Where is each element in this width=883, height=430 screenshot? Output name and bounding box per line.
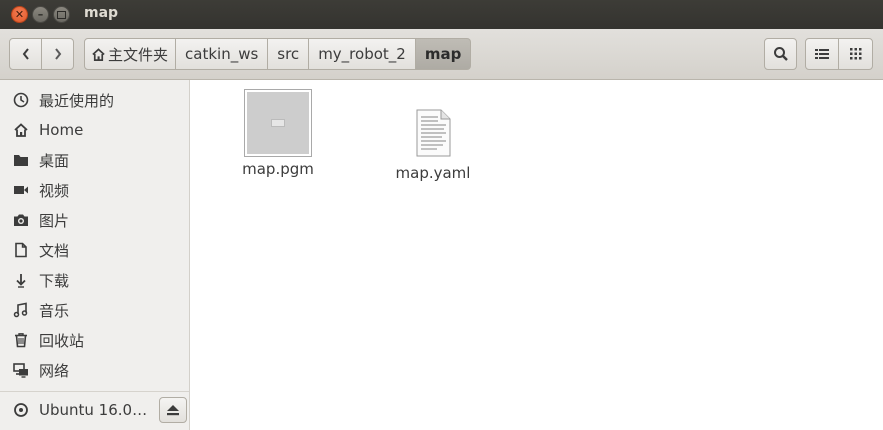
- sidebar-item-recent[interactable]: 最近使用的: [0, 85, 189, 115]
- list-view-icon: [815, 49, 829, 59]
- close-icon: ✕: [14, 8, 25, 21]
- file-item[interactable]: map.yaml: [391, 109, 475, 182]
- chevron-right-icon: [54, 48, 61, 60]
- sidebar-item-label: 最近使用的: [39, 91, 115, 110]
- sidebar-item-pictures[interactable]: 图片: [0, 205, 189, 235]
- close-window-button[interactable]: ✕: [11, 6, 28, 23]
- document-icon: [12, 241, 30, 259]
- breadcrumb-label: map: [424, 45, 462, 63]
- network-icon: [12, 361, 30, 379]
- sidebar-item-label: 下载: [39, 271, 70, 290]
- file-view: map.pgm map.yaml: [190, 80, 883, 430]
- forward-button[interactable]: [41, 38, 74, 70]
- breadcrumb: 主文件夹 catkin_ws src my_robot_2 map: [84, 38, 472, 70]
- breadcrumb-label: src: [277, 45, 300, 63]
- download-icon: [12, 271, 30, 289]
- grid-view-icon: [849, 48, 861, 60]
- file-name: map.yaml: [395, 164, 471, 182]
- minimize-icon: –: [37, 8, 44, 21]
- sidebar-item-network[interactable]: 网络: [0, 355, 189, 385]
- sidebar-item-documents[interactable]: 文档: [0, 235, 189, 265]
- sidebar-item-label: 音乐: [39, 301, 70, 320]
- sidebar-item-label: Home: [39, 121, 84, 139]
- grid-view-button[interactable]: [838, 38, 873, 70]
- eject-button[interactable]: [159, 397, 187, 423]
- title-bar: ✕ – map: [0, 0, 883, 29]
- sidebar-divider: [0, 391, 189, 392]
- music-icon: [12, 301, 30, 319]
- sidebar: 最近使用的 Home 桌面 视频 图片 文档 下载 音乐 回收站 网络 Ubun…: [0, 80, 190, 430]
- maximize-window-button[interactable]: [53, 6, 70, 23]
- sidebar-item-label: 网络: [39, 361, 70, 380]
- list-view-button[interactable]: [805, 38, 839, 70]
- camera-icon: [12, 211, 30, 229]
- breadcrumb-label: catkin_ws: [185, 45, 259, 63]
- sidebar-item-label: Ubuntu 16.0…: [39, 401, 148, 419]
- sidebar-item-home[interactable]: Home: [0, 115, 189, 145]
- home-icon: [92, 47, 105, 61]
- search-button[interactable]: [764, 38, 797, 70]
- sidebar-item-ubuntu-volume[interactable]: Ubuntu 16.0…: [0, 395, 155, 425]
- sidebar-item-label: 视频: [39, 181, 70, 200]
- file-item[interactable]: map.pgm: [240, 89, 316, 178]
- text-file-icon: [416, 109, 451, 157]
- sidebar-item-videos[interactable]: 视频: [0, 175, 189, 205]
- home-icon: [12, 121, 30, 139]
- breadcrumb-label: my_robot_2: [318, 45, 406, 63]
- breadcrumb-label: 主文件夹: [108, 45, 169, 64]
- sidebar-item-desktop[interactable]: 桌面: [0, 145, 189, 175]
- sidebar-item-label: 图片: [39, 211, 70, 230]
- disc-icon: [12, 401, 30, 419]
- sidebar-item-music[interactable]: 音乐: [0, 295, 189, 325]
- breadcrumb-home[interactable]: 主文件夹: [84, 38, 177, 70]
- sidebar-item-label: 桌面: [39, 151, 70, 170]
- breadcrumb-catkin-ws[interactable]: catkin_ws: [176, 38, 269, 70]
- eject-icon: [167, 405, 179, 416]
- trash-icon: [12, 331, 30, 349]
- maximize-icon: [57, 10, 66, 19]
- minimize-window-button[interactable]: –: [32, 6, 49, 23]
- sidebar-item-label: 回收站: [39, 331, 85, 350]
- image-thumbnail: [244, 89, 312, 157]
- search-icon: [773, 47, 788, 61]
- video-icon: [12, 181, 30, 199]
- toolbar: 主文件夹 catkin_ws src my_robot_2 map: [0, 29, 883, 80]
- window-title: map: [84, 5, 119, 21]
- folder-icon: [12, 151, 30, 169]
- back-button[interactable]: [9, 38, 42, 70]
- sidebar-item-downloads[interactable]: 下载: [0, 265, 189, 295]
- breadcrumb-src[interactable]: src: [268, 38, 310, 70]
- sidebar-item-label: 文档: [39, 241, 70, 260]
- recent-icon: [12, 91, 30, 109]
- breadcrumb-map[interactable]: map: [415, 38, 472, 70]
- file-name: map.pgm: [242, 160, 314, 178]
- breadcrumb-my-robot-2[interactable]: my_robot_2: [309, 38, 416, 70]
- chevron-left-icon: [22, 48, 29, 60]
- sidebar-item-trash[interactable]: 回收站: [0, 325, 189, 355]
